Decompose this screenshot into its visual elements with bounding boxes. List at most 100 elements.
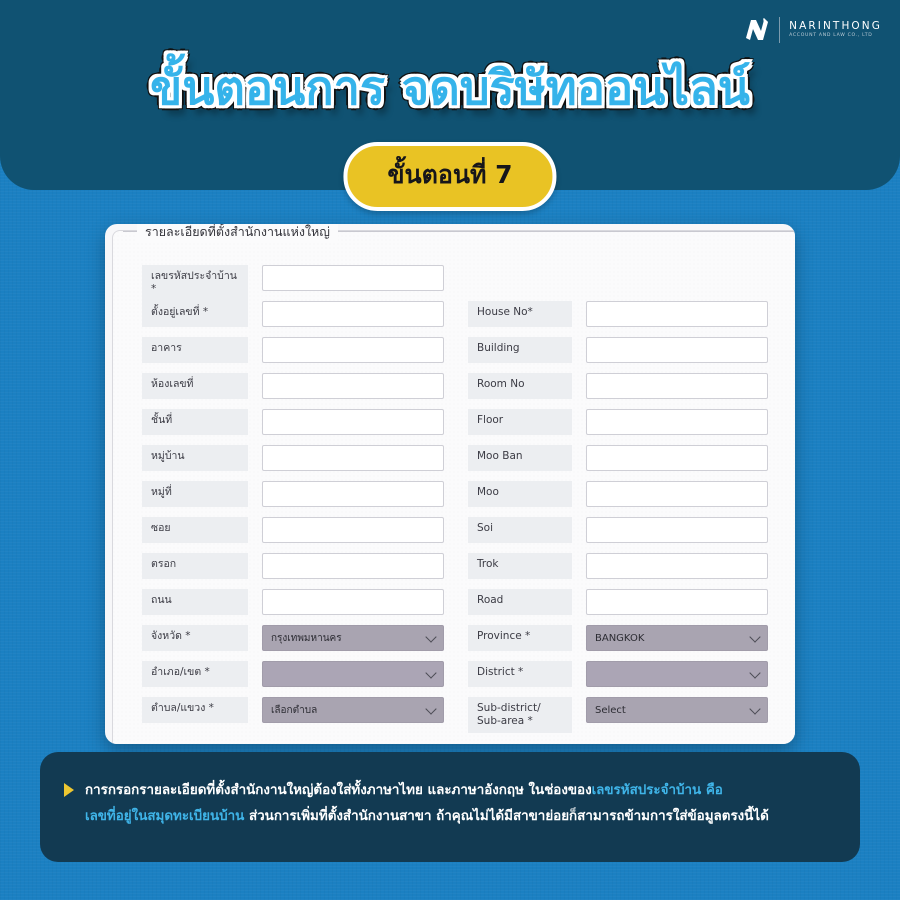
english-field-input-6[interactable] [586,517,768,543]
logo-company-subtitle: ACCOUNT AND LAW CO., LTD [789,33,873,39]
english-field-label-2: Room No [468,373,572,399]
english-field-label-9: Province * [468,625,572,651]
thai-field-label-11: อำเภอ/เขต * [142,661,248,687]
fieldset-legend: รายละเอียดที่ตั้งสำนักงานแห่งใหญ่ [137,224,338,242]
english-field-input-8[interactable] [586,589,768,615]
thai-field-label-3: ห้องเลขที่ [142,373,248,399]
form-fieldset: รายละเอียดที่ตั้งสำนักงานแห่งใหญ่ เลขรหั… [112,224,795,744]
english-field-label-10: District * [468,661,572,687]
english-field-label-7: Trok [468,553,572,579]
form-row: ชั้นที่ [142,409,444,445]
english-field-input-1[interactable] [586,337,768,363]
chevron-down-icon [749,667,761,679]
info-note-panel: การกรอกรายละเอียดที่ตั้งสำนักงานใหญ่ต้อง… [40,752,860,862]
thai-field-select-value-12: เลือกตำบล [271,704,318,716]
form-row: Moo Ban [468,445,768,481]
form-row: ซอย [142,517,444,553]
step-badge: ขั้นตอนที่ 7 [343,142,557,211]
english-field-select-10[interactable] [586,661,768,687]
form-row: Floor [468,409,768,445]
thai-field-input-3[interactable] [262,373,444,399]
form-row: อำเภอ/เขต * [142,661,444,697]
note-line2-highlight: เลขที่อยู่ในสมุดทะเบียนบ้าน [85,809,245,825]
thai-field-input-7[interactable] [262,517,444,543]
english-field-input-0[interactable] [586,301,768,327]
thai-field-input-0[interactable] [262,265,444,291]
thai-field-label-9: ถนน [142,589,248,615]
chevron-down-icon [749,703,761,715]
thai-field-label-12: ตำบล/แขวง * [142,697,248,723]
chevron-down-icon [749,631,761,643]
thai-field-input-2[interactable] [262,337,444,363]
chevron-down-icon [425,703,437,715]
english-field-input-4[interactable] [586,445,768,471]
thai-field-label-6: หมู่ที่ [142,481,248,507]
thai-field-input-1[interactable] [262,301,444,327]
thai-field-label-5: หมู่บ้าน [142,445,248,471]
english-field-input-7[interactable] [586,553,768,579]
english-field-label-6: Soi [468,517,572,543]
form-row: Moo [468,481,768,517]
english-field-label-1: Building [468,337,572,363]
thai-field-input-8[interactable] [262,553,444,579]
form-row: หมู่บ้าน [142,445,444,481]
thai-field-label-10: จังหวัด * [142,625,248,651]
english-field-label-5: Moo [468,481,572,507]
logo-company-name: NARINTHONG [789,19,882,32]
english-field-select-11[interactable]: Select [586,697,768,723]
thai-field-select-12[interactable]: เลือกตำบล [262,697,444,723]
form-row: Building [468,337,768,373]
thai-field-label-7: ซอย [142,517,248,543]
thai-field-select-10[interactable]: กรุงเทพมหานคร [262,625,444,651]
english-field-select-value-11: Select [595,704,626,716]
form-row: ตำบล/แขวง * เลือกตำบล [142,697,444,733]
english-field-label-4: Moo Ban [468,445,572,471]
logo-divider [779,17,781,43]
thai-field-label-8: ตรอก [142,553,248,579]
thai-field-column: เลขรหัสประจำบ้าน * ตั้งอยู่เลขที่ * อาคารห… [142,265,444,733]
logo-text: NARINTHONG ACCOUNT AND LAW CO., LTD [789,21,882,39]
form-row: ตรอก [142,553,444,589]
page-title: ขั้นตอนการ จดบริษัทออนไลน์ [150,61,750,116]
form-row: Road [468,589,768,625]
form-row: ถนน [142,589,444,625]
thai-field-label-4: ชั้นที่ [142,409,248,435]
thai-field-input-9[interactable] [262,589,444,615]
info-note-text: การกรอกรายละเอียดที่ตั้งสำนักงานใหญ่ต้อง… [85,778,769,830]
form-row: ห้องเลขที่ [142,373,444,409]
thai-field-select-value-10: กรุงเทพมหานคร [271,632,342,644]
thai-field-label-1: ตั้งอยู่เลขที่ * [142,301,248,327]
english-field-select-9[interactable]: BANGKOK [586,625,768,651]
english-field-input-2[interactable] [586,373,768,399]
form-row: ตั้งอยู่เลขที่ * [142,301,444,337]
form-row: อาคาร [142,337,444,373]
english-field-label-0: House No* [468,301,572,327]
english-field-input-3[interactable] [586,409,768,435]
english-field-column: House No* Building Room No Floor Moo Ban Moo S… [468,301,768,737]
thai-field-input-6[interactable] [262,481,444,507]
form-row: เลขรหัสประจำบ้าน * [142,265,444,302]
note-line1-plain: การกรอกรายละเอียดที่ตั้งสำนักงานใหญ่ต้อง… [85,783,592,798]
triangle-right-icon [64,783,74,797]
thai-field-select-11[interactable] [262,661,444,687]
thai-field-label-2: อาคาร [142,337,248,363]
english-field-select-value-9: BANGKOK [595,632,645,644]
note-line2-plain: ส่วนการเพิ่มที่ตั้งสำนักงานสาขา ถ้าคุณไม… [244,809,769,825]
form-row: หมู่ที่ [142,481,444,517]
narinthong-n-logo-icon [744,16,770,44]
form-row: Province * BANGKOK [468,625,768,661]
english-field-input-5[interactable] [586,481,768,507]
form-row: Soi [468,517,768,553]
form-row: District * [468,661,768,697]
form-row: House No* [468,301,768,337]
form-row: จังหวัด * กรุงเทพมหานคร [142,625,444,661]
chevron-down-icon [425,631,437,643]
thai-field-input-5[interactable] [262,445,444,471]
form-row: Trok [468,553,768,589]
thai-field-input-4[interactable] [262,409,444,435]
address-form-card: รายละเอียดที่ตั้งสำนักงานแห่งใหญ่ เลขรหั… [105,224,795,744]
thai-field-label-0: เลขรหัสประจำบ้าน * [142,265,248,302]
english-field-label-3: Floor [468,409,572,435]
english-field-label-11: Sub-district/ Sub-area * [468,697,572,734]
company-logo: NARINTHONG ACCOUNT AND LAW CO., LTD [744,16,882,44]
